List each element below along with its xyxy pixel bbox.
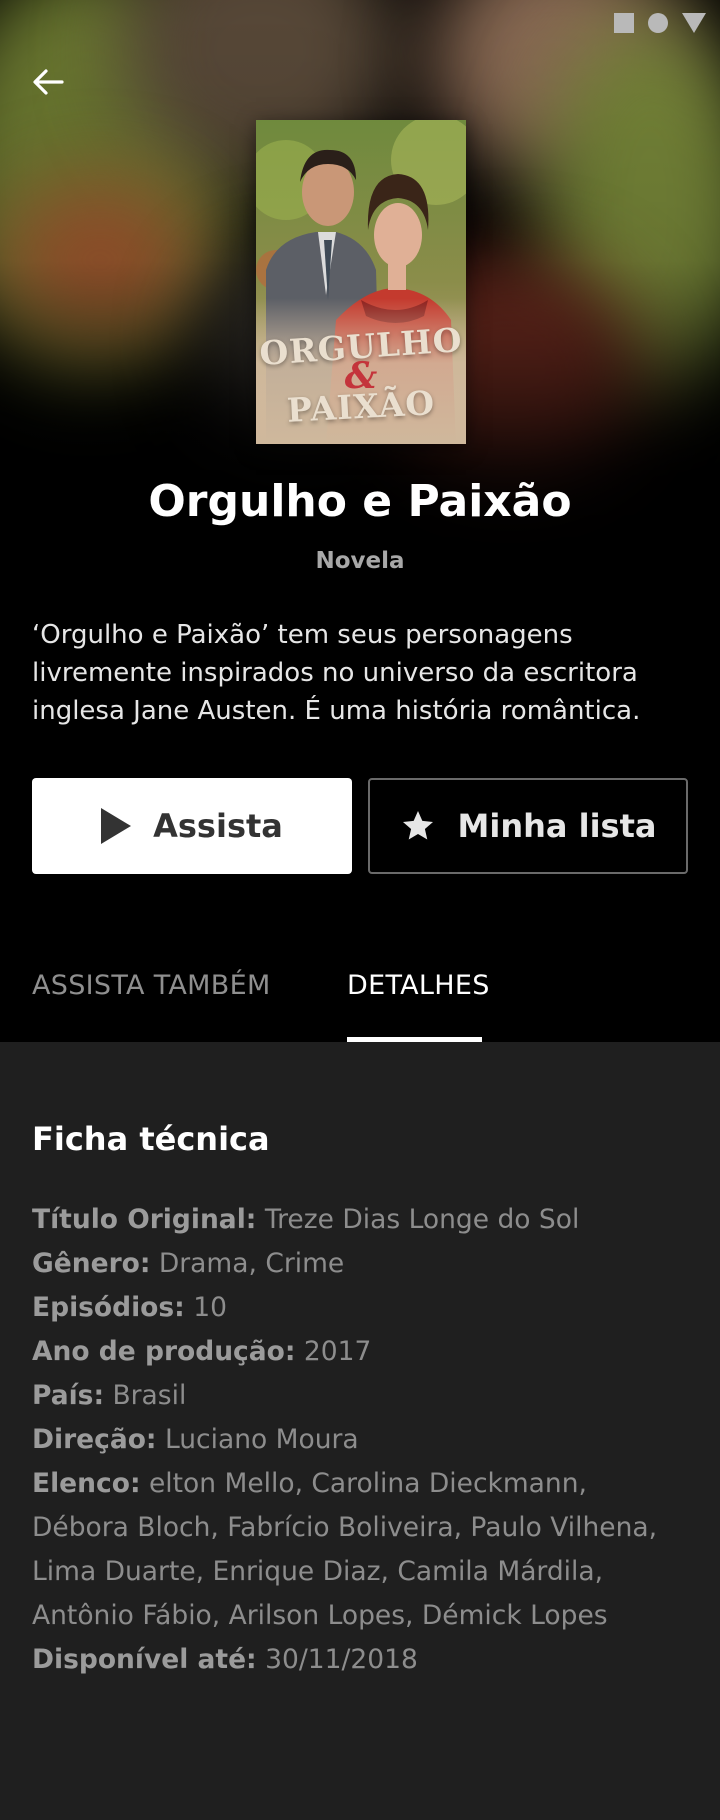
show-description: ‘Orgulho e Paixão’ tem seus personagens …	[32, 620, 641, 726]
info-row-country: País: Brasil	[32, 1374, 692, 1418]
info-key: Ano de produção:	[32, 1336, 296, 1367]
play-icon	[101, 808, 132, 844]
info-key: Episódios:	[32, 1292, 185, 1323]
tab-bar: ASSISTA TAMBÉM DETALHES	[0, 960, 720, 1042]
tab-watch-too[interactable]: ASSISTA TAMBÉM	[32, 970, 271, 1001]
info-value: Treze Dias Longe do Sol	[264, 1204, 580, 1235]
my-list-button-label: Minha lista	[457, 807, 657, 845]
info-key: Disponível até:	[32, 1644, 257, 1675]
poster-title-line2: PAIXÃO	[285, 383, 437, 430]
my-list-button[interactable]: Minha lista	[368, 778, 688, 874]
info-row-director: Direção: Luciano Moura	[32, 1418, 692, 1462]
info-row-production-year: Ano de produção: 2017	[32, 1330, 692, 1374]
info-value: Luciano Moura	[164, 1424, 359, 1455]
technical-sheet-list: Título Original: Treze Dias Longe do Sol…	[32, 1198, 692, 1682]
watch-button-label: Assista	[153, 807, 283, 845]
info-key: Gênero:	[32, 1248, 151, 1279]
show-category: Novela	[315, 548, 405, 574]
info-key: Direção:	[32, 1424, 157, 1455]
star-icon	[402, 811, 433, 840]
info-key: Título Original:	[32, 1204, 257, 1235]
details-panel: Ficha técnica Título Original: Treze Dia…	[0, 1042, 720, 1820]
info-row-available-until: Disponível até: 30/11/2018	[32, 1638, 692, 1682]
info-value: 30/11/2018	[265, 1644, 418, 1675]
tab-details[interactable]: DETALHES	[347, 970, 490, 1001]
info-key: País:	[32, 1380, 105, 1411]
back-button[interactable]	[26, 60, 70, 104]
triangle-icon	[682, 13, 706, 33]
info-row-original-title: Título Original: Treze Dias Longe do Sol	[32, 1198, 692, 1242]
info-value: Brasil	[112, 1380, 187, 1411]
square-icon	[614, 13, 634, 33]
hero-section: ORGULHO & PAIXÃO Orgulho e Paixão Novela…	[0, 0, 720, 1042]
show-poster[interactable]: ORGULHO & PAIXÃO	[256, 120, 466, 444]
info-value: 10	[193, 1292, 227, 1323]
watch-button[interactable]: Assista	[32, 778, 352, 874]
info-value: Drama, Crime	[158, 1248, 345, 1279]
system-status-icons	[614, 13, 706, 33]
info-value: 2017	[303, 1336, 372, 1367]
info-row-genre: Gênero: Drama, Crime	[32, 1242, 692, 1286]
info-key: Elenco:	[32, 1468, 141, 1499]
technical-sheet-title: Ficha técnica	[32, 1120, 270, 1158]
show-title: Orgulho e Paixão	[148, 476, 572, 527]
info-row-cast: Elenco: elton Mello, Carolina Dieckmann,…	[32, 1462, 692, 1638]
circle-icon	[648, 13, 668, 33]
info-row-episodes: Episódios: 10	[32, 1286, 692, 1330]
arrow-left-icon	[33, 69, 64, 95]
